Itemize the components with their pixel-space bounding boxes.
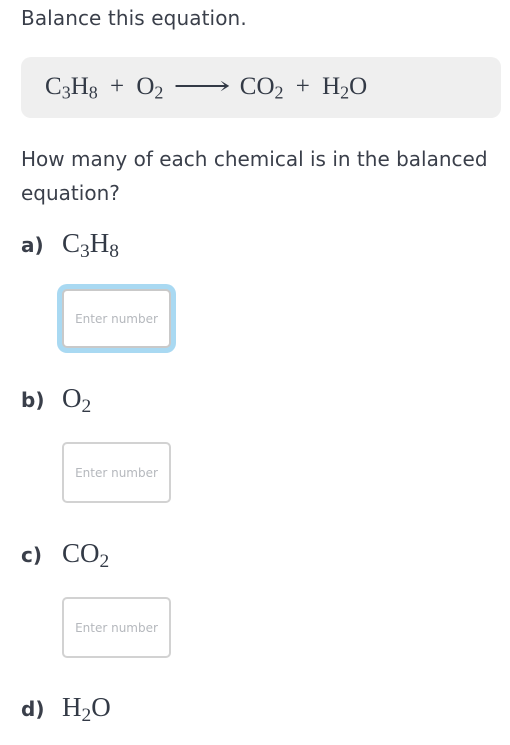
item-a-label: a) C3H8 — [21, 228, 119, 262]
product-carbon-dioxide: CO2 — [239, 73, 284, 103]
item-letter: b) — [21, 388, 45, 412]
item-formula: H2O — [62, 692, 111, 726]
plus-sign: + — [110, 73, 125, 100]
equation-box: C3H8 + O2 ⟶ CO2 + H2O — [21, 57, 501, 118]
reaction-arrow-icon: ⟶ — [172, 73, 231, 100]
item-formula: CO2 — [62, 538, 110, 572]
item-d-label: d) H2O — [21, 692, 111, 726]
reactant-oxygen: O2 — [136, 73, 164, 103]
item-c-number-input[interactable] — [62, 597, 171, 658]
plus-sign: + — [295, 73, 310, 100]
item-letter: c) — [21, 543, 42, 567]
item-formula: O2 — [62, 383, 92, 417]
item-letter: a) — [21, 233, 44, 257]
reactant-propane: C3H8 — [45, 73, 98, 103]
item-letter: d) — [21, 697, 45, 721]
question-text: How many of each chemical is in the bala… — [21, 147, 488, 205]
item-b-number-input[interactable] — [62, 442, 171, 503]
item-formula: C3H8 — [62, 228, 119, 262]
item-c-label: c) CO2 — [21, 538, 110, 572]
instruction-text: Balance this equation. — [21, 6, 247, 30]
chemical-equation: C3H8 + O2 ⟶ CO2 + H2O — [45, 71, 367, 103]
item-b-label: b) O2 — [21, 383, 92, 417]
item-a-number-input[interactable] — [62, 289, 171, 348]
product-water: H2O — [322, 73, 368, 103]
